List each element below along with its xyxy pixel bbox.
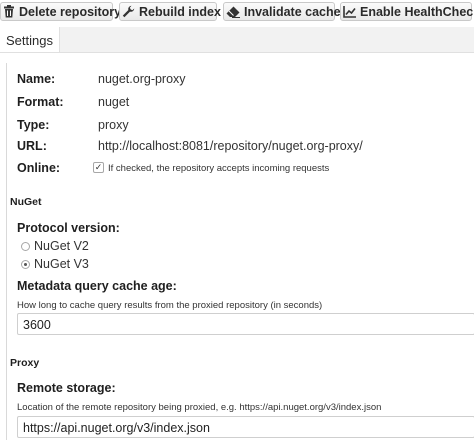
online-label: Online:	[17, 161, 61, 175]
cache-age-input[interactable]: 3600	[17, 313, 474, 335]
rebuild-index-label: Rebuild index	[139, 4, 221, 19]
format-value: nuget	[98, 95, 130, 109]
tab-bar: Settings	[0, 27, 474, 53]
proxy-section-title: Proxy	[10, 357, 40, 369]
type-label: Type:	[17, 118, 50, 132]
nuget-section-title: NuGet	[10, 196, 42, 208]
toolbar: Delete repository Rebuild index Invalida…	[0, 0, 474, 24]
url-value: http://localhost:8081/repository/nuget.o…	[98, 139, 363, 153]
trash-icon	[3, 5, 15, 19]
delete-repository-button[interactable]: Delete repository	[0, 2, 121, 21]
enable-healthcheck-button[interactable]: Enable HealthCheck	[340, 2, 474, 21]
tab-settings-label: Settings	[6, 33, 53, 48]
name-value: nuget.org-proxy	[98, 72, 186, 86]
cache-age-input-value: 3600	[23, 318, 51, 332]
invalidate-cache-label: Invalidate cache	[244, 4, 341, 19]
remote-storage-input-value: https://api.nuget.org/v3/index.json	[23, 421, 210, 435]
enable-healthcheck-label: Enable HealthCheck	[360, 4, 474, 19]
chart-icon	[343, 5, 356, 19]
check-icon: ✓	[94, 162, 103, 172]
rebuild-index-button[interactable]: Rebuild index	[119, 2, 221, 21]
type-value: proxy	[98, 118, 129, 132]
settings-panel: Name: nuget.org-proxy Format: nuget Type…	[6, 63, 474, 440]
invalidate-cache-button[interactable]: Invalidate cache	[223, 2, 341, 21]
cache-age-label: Metadata query cache age:	[17, 279, 177, 293]
format-label: Format:	[17, 95, 64, 109]
remote-storage-label: Remote storage:	[17, 381, 116, 395]
eraser-icon	[226, 5, 240, 19]
radio-nuget-v2[interactable]	[21, 242, 30, 251]
url-label: URL:	[17, 139, 47, 153]
name-label: Name:	[17, 72, 56, 86]
cache-age-help-text: How long to cache query results from the…	[17, 300, 323, 311]
online-checkbox[interactable]: ✓	[93, 162, 104, 173]
remote-storage-help-text: Location of the remote repository being …	[17, 402, 382, 413]
radio-nuget-v3[interactable]	[21, 260, 30, 269]
tab-settings[interactable]: Settings	[0, 27, 60, 52]
delete-repository-label: Delete repository	[19, 4, 122, 19]
radio-nuget-v3-label: NuGet V3	[34, 257, 89, 271]
protocol-version-label: Protocol version:	[17, 221, 120, 235]
radio-nuget-v2-label: NuGet V2	[34, 239, 89, 253]
online-help-text: If checked, the repository accepts incom…	[108, 163, 330, 174]
wrench-icon	[122, 5, 135, 19]
remote-storage-input[interactable]: https://api.nuget.org/v3/index.json	[17, 416, 474, 438]
